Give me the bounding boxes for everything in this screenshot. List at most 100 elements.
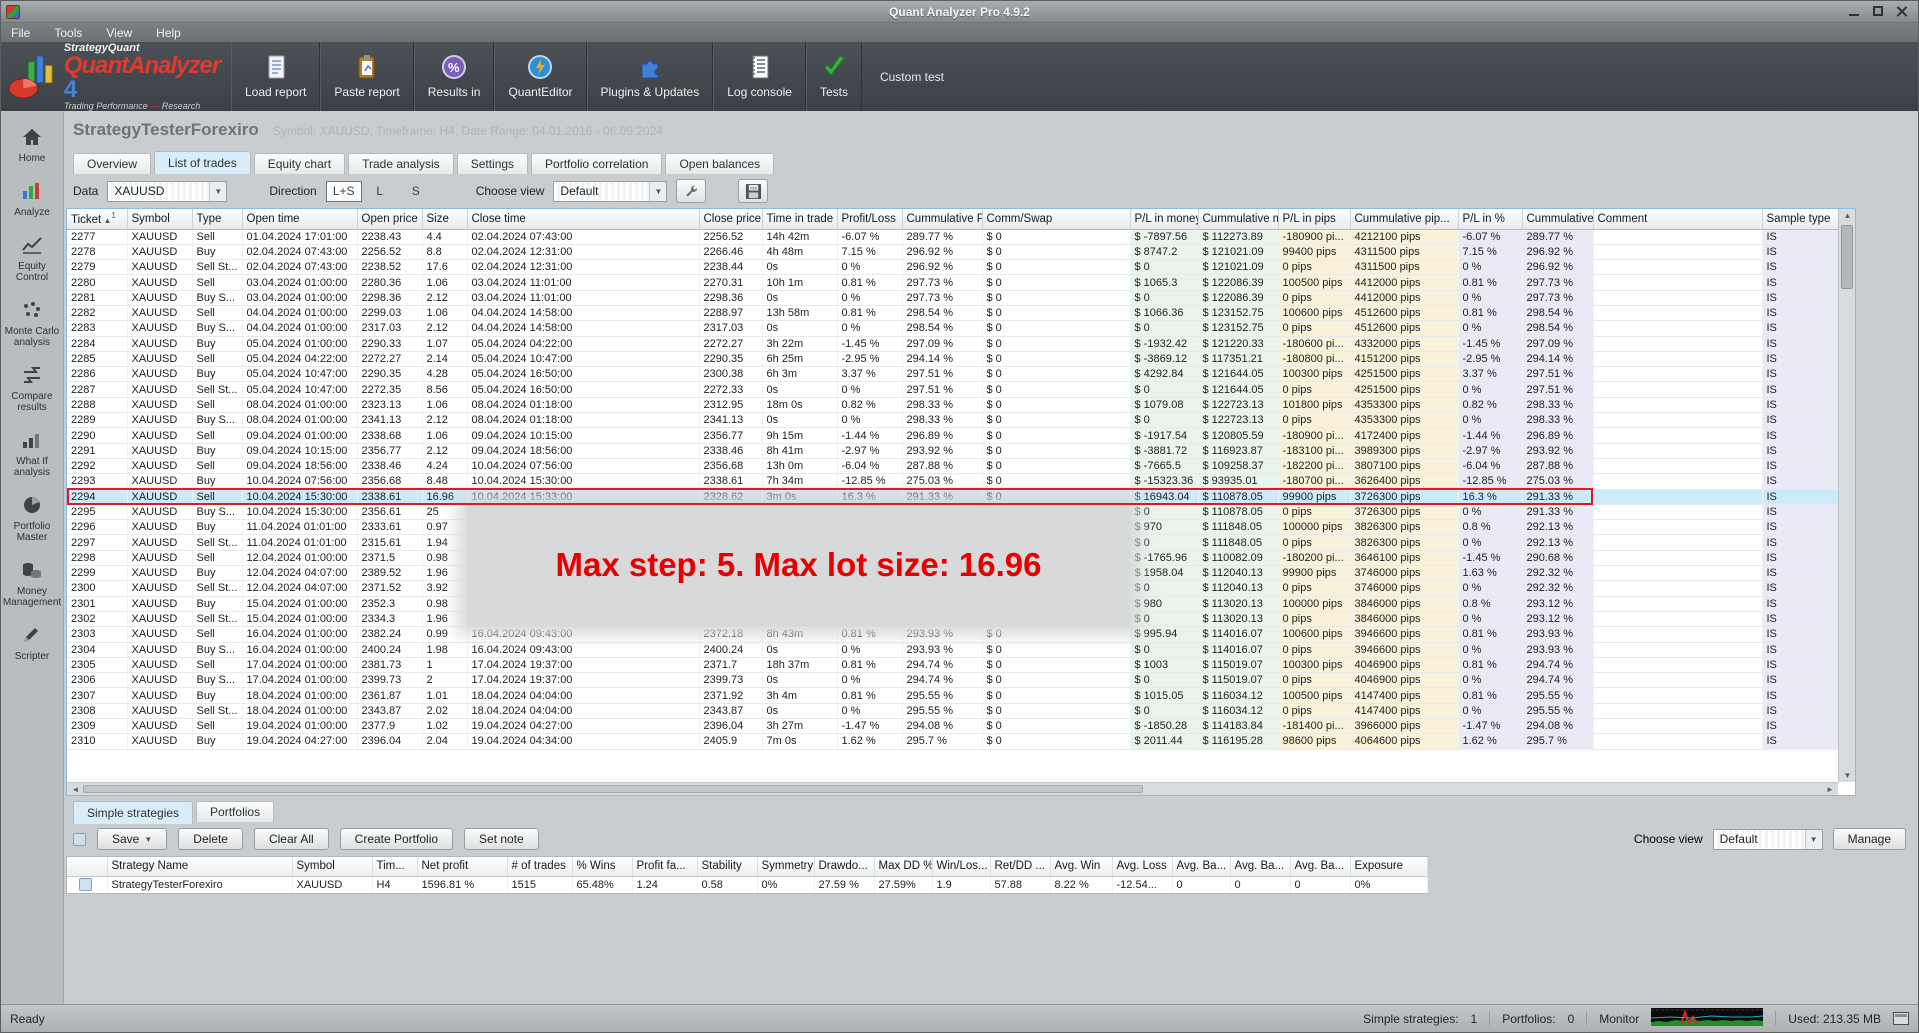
tab-trade-analysis[interactable]: Trade analysis [348,153,454,174]
trade-row[interactable]: 2282XAUUSDSell04.04.2024 01:00:002299.03… [67,305,1839,320]
trade-row[interactable]: 2294XAUUSDSell10.04.2024 15:30:002338.61… [67,489,1839,504]
strategies-header[interactable]: # of trades [507,857,572,876]
trade-row[interactable]: 2290XAUUSDSell09.04.2024 01:00:002338.68… [67,428,1839,443]
close-button[interactable] [1894,5,1910,18]
scroll-up-icon[interactable]: ▲ [1839,211,1856,220]
strategy-row[interactable]: StrategyTesterForexiroXAUUSDH41596.81 %1… [67,876,1427,893]
trades-header-comm[interactable]: Comm/Swap [982,209,1130,229]
trade-row[interactable]: 2306XAUUSDBuy S...17.04.2024 01:00:00239… [67,673,1839,688]
sidebar-item-monte-carlo-analysis[interactable]: Monte Carlo analysis [1,300,63,348]
trade-row[interactable]: 2288XAUUSDSell08.04.2024 01:00:002323.13… [67,397,1839,412]
manage-button[interactable]: Manage [1833,828,1906,850]
trades-header-cum_pct[interactable]: Cummulative % ... [1522,209,1593,229]
trades-header-cum_pips[interactable]: Cummulative pip... [1350,209,1458,229]
trade-row[interactable]: 2279XAUUSDSell St...02.04.2024 07:43:002… [67,260,1839,275]
strategies-header[interactable]: Strategy Name [107,857,292,876]
strategies-header[interactable]: Exposure [1350,857,1427,876]
trades-header-pl_pct[interactable]: P/L in % [1458,209,1522,229]
trades-header-pl_money[interactable]: P/L in money [1130,209,1198,229]
trades-header-ticket[interactable]: Ticket ▲1 [67,209,127,229]
strategies-header[interactable]: Symbol [292,857,372,876]
strategies-header[interactable]: Avg. Loss [1112,857,1172,876]
choose-view-select[interactable]: Default ▼ [553,181,667,202]
trades-header-close_time[interactable]: Close time [467,209,699,229]
strategies-header[interactable]: Net profit [417,857,507,876]
toolbar-button-log-console[interactable]: Log console [713,42,806,111]
trade-row[interactable]: 2308XAUUSDSell St...18.04.2024 01:00:002… [67,703,1839,718]
trade-row[interactable]: 2289XAUUSDBuy S...08.04.2024 01:00:00234… [67,413,1839,428]
maximize-button[interactable] [1870,5,1886,18]
trade-row[interactable]: 2304XAUUSDBuy S...16.04.2024 01:00:00240… [67,642,1839,657]
menu-item-file[interactable]: File [11,26,30,40]
strategies-header[interactable]: Avg. Ba... [1290,857,1350,876]
view-settings-button[interactable] [676,179,706,203]
strategies-header[interactable]: Stability [697,857,757,876]
trades-header-size[interactable]: Size [422,209,467,229]
trade-row[interactable]: 2305XAUUSDSell17.04.2024 01:00:002381.73… [67,657,1839,672]
trade-row[interactable]: 2292XAUUSDSell09.04.2024 18:56:002338.46… [67,458,1839,473]
sidebar-item-equity-control[interactable]: Equity Control [1,235,63,283]
trades-header-cum_pl[interactable]: Cummulative P/L [902,209,982,229]
sidebar-item-what-if-analysis[interactable]: What If analysis [1,430,63,478]
bottom-tab-portfolios[interactable]: Portfolios [196,801,274,822]
direction-option-l-s[interactable]: L+S [326,181,362,202]
bottom-tab-simple-strategies[interactable]: Simple strategies [73,801,193,824]
vertical-scroll-thumb[interactable] [1841,225,1853,289]
trades-header-time_in_trade[interactable]: Time in trade [762,209,837,229]
bottom-choose-view-select[interactable]: Default ▼ [1713,829,1823,850]
tab-settings[interactable]: Settings [457,153,528,174]
trade-row[interactable]: 2283XAUUSDBuy S...04.04.2024 01:00:00231… [67,321,1839,336]
toolbar-button-plugins-updates[interactable]: Plugins & Updates [587,42,714,111]
button-clear-all[interactable]: Clear All [254,828,329,850]
trades-header-type[interactable]: Type [192,209,242,229]
strategies-header[interactable]: Win/Los... [932,857,990,876]
trades-header-pl[interactable]: Profit/Loss [837,209,902,229]
trades-header-cum_money[interactable]: Cummulative mo... [1198,209,1278,229]
trade-row[interactable]: 2284XAUUSDBuy05.04.2024 01:00:002290.331… [67,336,1839,351]
strategies-header[interactable]: Symmetry [757,857,814,876]
vertical-scrollbar[interactable]: ▲ ▼ [1838,209,1855,782]
scroll-right-icon[interactable]: ► [1822,785,1838,794]
trade-row[interactable]: 2281XAUUSDBuy S...03.04.2024 01:00:00229… [67,290,1839,305]
minimize-button[interactable] [1846,5,1862,18]
tab-equity-chart[interactable]: Equity chart [254,153,345,174]
strategies-header[interactable]: Max DD % [874,857,932,876]
sidebar-item-compare-results[interactable]: Compare results [1,365,63,413]
trades-header-sample[interactable]: Sample type [1762,209,1839,229]
toolbar-button-load-report[interactable]: Load report [231,42,320,111]
toolbar-button-paste-report[interactable]: Paste report [320,42,413,111]
trade-row[interactable]: 2310XAUUSDBuy19.04.2024 04:27:002396.042… [67,734,1839,749]
direction-option-l[interactable]: L [362,181,398,202]
sidebar-item-home[interactable]: Home [1,127,63,164]
toolbar-button-tests[interactable]: Tests [806,42,862,111]
menu-item-help[interactable]: Help [156,26,181,40]
button-delete[interactable]: Delete [178,828,243,850]
strategies-header[interactable] [67,857,107,876]
trade-row[interactable]: 2307XAUUSDBuy18.04.2024 01:00:002361.871… [67,688,1839,703]
trade-row[interactable]: 2277XAUUSDSell01.04.2024 17:01:002238.43… [67,229,1839,244]
toolbar-button-results-in[interactable]: %Results in [414,42,495,111]
trade-row[interactable]: 2278XAUUSDBuy02.04.2024 07:43:002256.528… [67,244,1839,259]
sidebar-item-scripter[interactable]: Scripter [1,625,63,662]
horizontal-scroll-thumb[interactable] [83,785,1143,793]
trades-header-symbol[interactable]: Symbol [127,209,192,229]
trade-row[interactable]: 2285XAUUSDSell05.04.2024 04:22:002272.27… [67,351,1839,366]
sidebar-item-portfolio-master[interactable]: Portfolio Master [1,495,63,543]
scroll-left-icon[interactable]: ◄ [67,785,84,794]
trade-row[interactable]: 2309XAUUSDSell19.04.2024 01:00:002377.91… [67,719,1839,734]
button-save[interactable]: Save▼ [97,828,167,850]
menu-item-tools[interactable]: Tools [54,26,82,40]
strategies-header[interactable]: Tim... [372,857,417,876]
trades-header-pl_pips[interactable]: P/L in pips [1278,209,1350,229]
trade-row[interactable]: 2287XAUUSDSell St...05.04.2024 10:47:002… [67,382,1839,397]
scroll-down-icon[interactable]: ▼ [1839,771,1856,780]
trade-row[interactable]: 2293XAUUSDBuy10.04.2024 07:56:002356.688… [67,474,1839,489]
data-select[interactable]: XAUUSD ▼ [107,181,227,202]
strategies-header[interactable]: Avg. Ba... [1230,857,1290,876]
trade-row[interactable]: 2286XAUUSDBuy05.04.2024 10:47:002290.354… [67,367,1839,382]
tab-list-of-trades[interactable]: List of trades [154,151,251,174]
trades-header-comment[interactable]: Comment [1593,209,1762,229]
strategies-header[interactable]: Profit fa... [632,857,697,876]
tab-open-balances[interactable]: Open balances [665,153,774,174]
button-set-note[interactable]: Set note [464,828,539,850]
